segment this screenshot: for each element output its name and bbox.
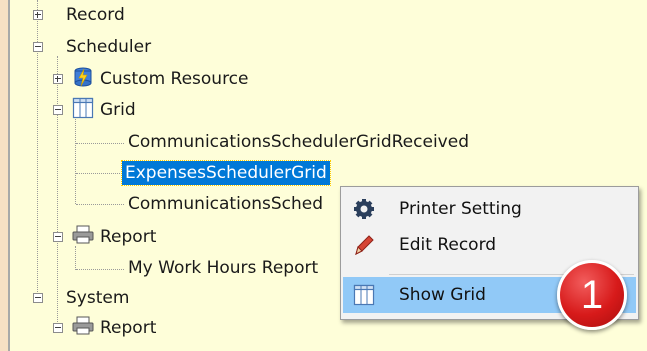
collapse-toggle[interactable] [33, 293, 43, 303]
tree-line [75, 110, 76, 204]
collapse-toggle[interactable] [53, 232, 63, 242]
tree-line [76, 269, 124, 270]
printer-icon [72, 316, 94, 335]
tree-item-system-report[interactable]: Report [100, 314, 156, 342]
tree-item-label: Grid [100, 100, 136, 120]
menu-item-label: Printer Setting [399, 199, 522, 219]
menu-item-label: Edit Record [399, 235, 497, 255]
menu-item-edit-record[interactable]: Edit Record [343, 227, 636, 263]
tree-line [76, 204, 124, 205]
menu-item-printer-setting[interactable]: Printer Setting [343, 191, 636, 227]
pencil-icon [355, 235, 374, 255]
custom-resource-icon [74, 67, 92, 87]
grid-icon [353, 284, 375, 306]
tree-item-label: CommunicationsSched [128, 194, 324, 214]
tree-item-label: Record [66, 5, 125, 25]
tree-item-label: Report [100, 227, 157, 247]
tree-line [57, 56, 58, 326]
tree-item-custom-resource[interactable]: Custom Resource [100, 65, 249, 93]
tree-line [76, 173, 124, 174]
menu-item-label: Show Grid [399, 285, 486, 305]
gear-icon [354, 199, 374, 219]
tree-item-grid[interactable]: Grid [100, 96, 136, 124]
tree-item-expenses-grid[interactable]: ExpensesSchedulerGrid [121, 160, 331, 186]
tree-item-label: Custom Resource [100, 69, 249, 89]
tree-item-scheduler[interactable]: Scheduler [66, 33, 151, 61]
tree-item-label: My Work Hours Report [128, 258, 319, 278]
expand-toggle[interactable] [53, 74, 63, 84]
tree-item-label: Report [100, 318, 157, 338]
tree-line [76, 143, 124, 144]
tree-item-communications-sched[interactable]: CommunicationsSched [128, 190, 323, 218]
collapse-toggle[interactable] [53, 323, 63, 333]
grid-icon [72, 97, 94, 119]
tree-line [75, 246, 76, 270]
tree-item-work-hours-report[interactable]: My Work Hours Report [128, 254, 318, 282]
tree-item-label: Scheduler [66, 37, 152, 57]
tree-item-label: System [66, 288, 130, 308]
tree-item-label: CommunicationsSchedulerGridReceived [128, 132, 469, 152]
tree-item-grid-received[interactable]: CommunicationsSchedulerGridReceived [128, 128, 469, 156]
printer-icon [72, 225, 94, 244]
step-callout-badge: 1 [557, 260, 627, 330]
expand-toggle[interactable] [33, 10, 43, 20]
collapse-toggle[interactable] [53, 105, 63, 115]
tree-item-report[interactable]: Report [100, 223, 156, 251]
tree-item-system[interactable]: System [66, 284, 129, 312]
tree-item-record[interactable]: Record [66, 1, 125, 29]
collapse-toggle[interactable] [33, 42, 43, 52]
tree-item-label: ExpensesSchedulerGrid [125, 163, 327, 183]
